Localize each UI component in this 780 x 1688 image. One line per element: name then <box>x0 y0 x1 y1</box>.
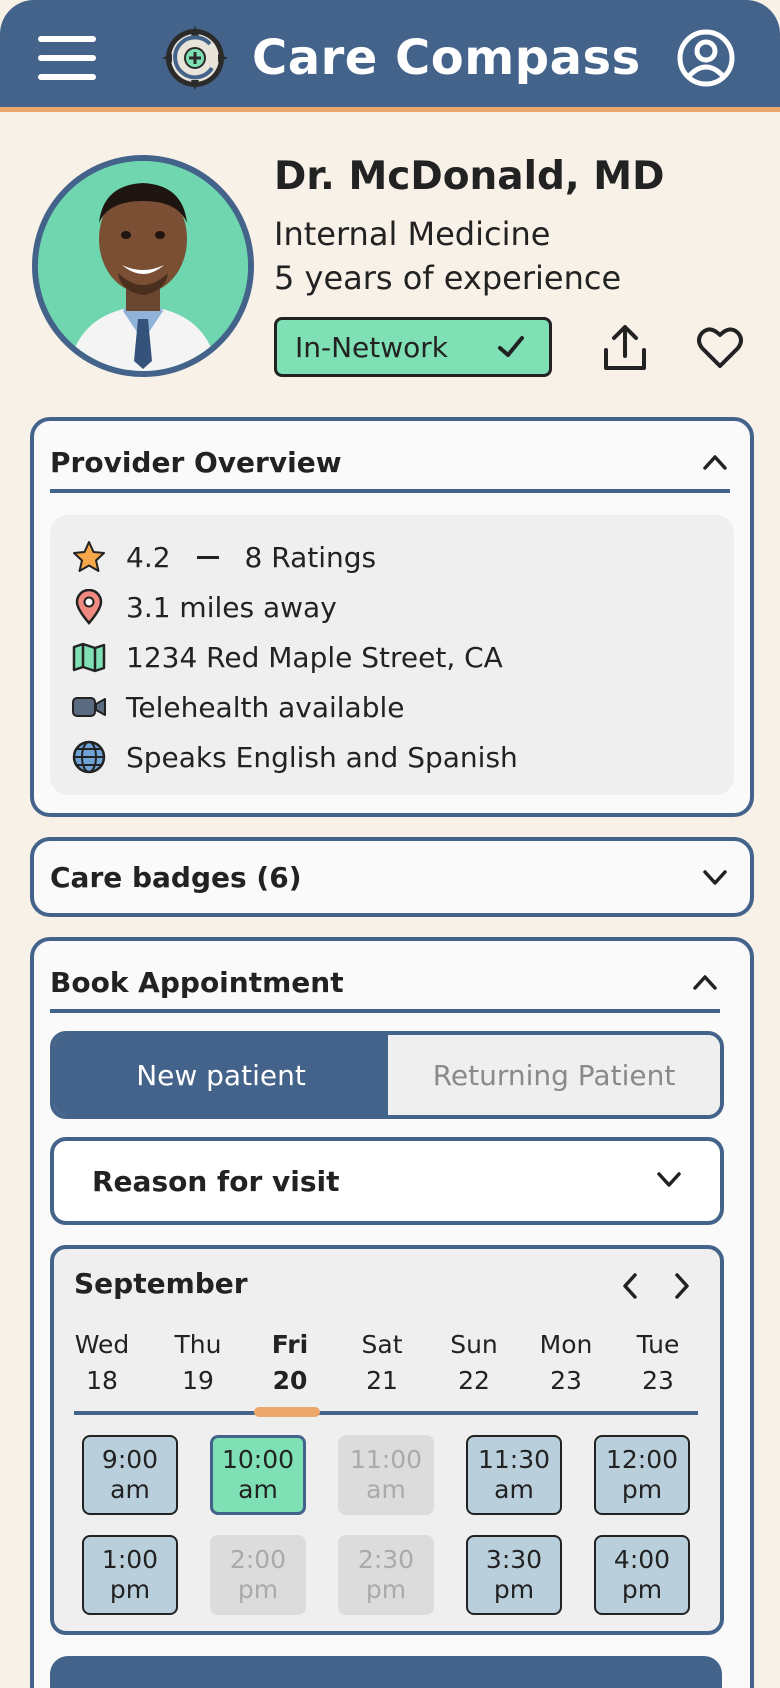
care-badges-header[interactable]: Care badges (6) <box>50 841 730 913</box>
calendar-day-selected[interactable]: Fri 20 <box>250 1327 330 1399</box>
distance-text: 3.1 miles away <box>126 590 337 624</box>
book-appointment-header[interactable]: Book Appointment <box>50 955 720 1013</box>
provider-overview-header[interactable]: Provider Overview <box>50 435 730 493</box>
languages-text: Speaks English and Spanish <box>126 740 518 774</box>
day-date: 18 <box>86 1366 118 1395</box>
in-network-label: In-Network <box>295 330 449 364</box>
calendar-day[interactable]: Mon 23 <box>526 1327 606 1399</box>
day-date: 23 <box>642 1366 674 1395</box>
chevron-up-icon <box>693 975 717 990</box>
chevron-down-icon <box>657 1172 681 1187</box>
book-appointment-card: Book Appointment New patient Returning P… <box>30 937 754 1688</box>
doctor-experience: 5 years of experience <box>274 259 622 297</box>
provider-overview-title: Provider Overview <box>50 445 342 479</box>
book-appointment-button[interactable] <box>50 1656 722 1688</box>
hamburger-menu-icon[interactable] <box>38 36 96 80</box>
video-camera-icon <box>70 688 108 726</box>
reason-for-visit-select[interactable]: Reason for visit <box>50 1137 724 1225</box>
check-icon <box>498 336 524 357</box>
day-of-week: Fri <box>271 1330 309 1359</box>
care-badges-title: Care badges (6) <box>50 860 302 894</box>
appointment-calendar: September Wed 18 Thu 19 Fri 20 Sat 21 Su… <box>50 1245 724 1635</box>
separator-dash <box>196 555 219 559</box>
day-of-week: Sat <box>361 1330 403 1359</box>
day-of-week: Mon <box>539 1330 593 1359</box>
day-of-week: Tue <box>636 1330 680 1359</box>
app-header: Care Compass <box>0 0 780 112</box>
telehealth-row: Telehealth available <box>70 687 405 727</box>
globe-icon <box>70 738 108 776</box>
time-slot[interactable]: 9:00 am <box>82 1435 178 1515</box>
day-date: 23 <box>550 1366 582 1395</box>
tab-returning-patient[interactable]: Returning Patient <box>388 1035 720 1115</box>
chevron-up-icon <box>703 455 727 470</box>
time-slot[interactable]: 1:00 pm <box>82 1535 178 1615</box>
doctor-specialty: Internal Medicine <box>274 215 551 253</box>
heart-icon[interactable] <box>696 324 744 370</box>
languages-row: Speaks English and Spanish <box>70 737 518 777</box>
tab-new-patient[interactable]: New patient <box>54 1035 388 1115</box>
time-slot[interactable]: 12:00 pm <box>594 1435 690 1515</box>
address-text: 1234 Red Maple Street, CA <box>126 640 503 674</box>
day-date: 21 <box>366 1366 398 1395</box>
time-slot-unavailable: 2:30 pm <box>338 1535 434 1615</box>
rating-value: 4.2 <box>126 540 171 574</box>
selected-day-indicator <box>254 1407 320 1417</box>
provider-overview-details: 4.2 8 Ratings 3.1 miles away 1234 Red Ma… <box>50 515 734 795</box>
calendar-month: September <box>74 1267 248 1300</box>
distance-row: 3.1 miles away <box>70 587 337 627</box>
chevron-down-icon <box>703 870 727 885</box>
day-date: 19 <box>182 1366 214 1395</box>
ratings-count: 8 Ratings <box>244 540 377 574</box>
doctor-avatar <box>32 155 254 377</box>
calendar-day[interactable]: Wed 18 <box>62 1327 142 1399</box>
chevron-right-icon[interactable] <box>666 1271 696 1301</box>
compass-logo-icon <box>162 26 228 90</box>
day-of-week: Thu <box>174 1330 222 1359</box>
time-slot-unavailable: 2:00 pm <box>210 1535 306 1615</box>
user-circle-icon[interactable] <box>676 28 736 88</box>
day-of-week: Wed <box>74 1330 130 1359</box>
map-icon <box>70 638 108 676</box>
share-icon[interactable] <box>600 322 650 374</box>
time-slot[interactable]: 11:30 am <box>466 1435 562 1515</box>
calendar-day[interactable]: Sat 21 <box>342 1327 422 1399</box>
time-slot-selected[interactable]: 10:00 am <box>210 1435 306 1515</box>
calendar-day[interactable]: Sun 22 <box>434 1327 514 1399</box>
patient-type-toggle: New patient Returning Patient <box>50 1031 724 1119</box>
address-row: 1234 Red Maple Street, CA <box>70 637 503 677</box>
telehealth-text: Telehealth available <box>126 690 405 724</box>
in-network-badge[interactable]: In-Network <box>274 317 552 377</box>
doctor-name: Dr. McDonald, MD <box>274 154 665 199</box>
day-scroll-track <box>74 1411 698 1415</box>
chevron-left-icon[interactable] <box>616 1271 646 1301</box>
app-title: Care Compass <box>252 30 641 86</box>
calendar-day[interactable]: Tue 23 <box>618 1327 698 1399</box>
time-slot-unavailable: 11:00 am <box>338 1435 434 1515</box>
star-icon <box>70 538 108 576</box>
provider-overview-card: Provider Overview 4.2 8 Ratings 3.1 mile… <box>30 417 754 817</box>
care-badges-card[interactable]: Care badges (6) <box>30 837 754 917</box>
map-pin-icon <box>70 588 108 626</box>
day-date: 22 <box>458 1366 490 1395</box>
book-appointment-title: Book Appointment <box>50 965 344 999</box>
rating-row: 4.2 8 Ratings <box>70 537 376 577</box>
day-date: 20 <box>272 1366 308 1395</box>
time-slot[interactable]: 4:00 pm <box>594 1535 690 1615</box>
time-slot[interactable]: 3:30 pm <box>466 1535 562 1615</box>
day-of-week: Sun <box>450 1330 498 1359</box>
calendar-day[interactable]: Thu 19 <box>158 1327 238 1399</box>
reason-for-visit-label: Reason for visit <box>92 1164 340 1198</box>
